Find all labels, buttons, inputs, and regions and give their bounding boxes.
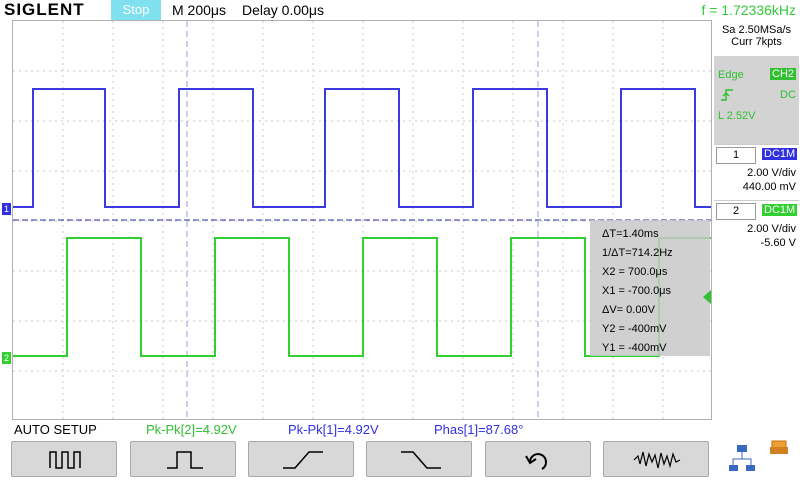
cursor-x1-value: X1 = -700.0μs [602, 285, 672, 297]
cursor-measurement-panel: ΔT=1.40ms 1/ΔT=714.2Hz X2 = 700.0μs X1 =… [590, 220, 710, 356]
softkey-noise-wave[interactable] [603, 441, 709, 477]
delta-v: ΔV= 0.00V [602, 304, 655, 316]
ch2-scale: 2.00 V/div [747, 223, 796, 235]
delay-readout[interactable]: Delay 0.00μs [242, 0, 324, 20]
delta-t: ΔT=1.40ms [602, 228, 659, 240]
trigger-info[interactable]: Edge CH2 DC L 2.52V [714, 56, 799, 146]
acquisition-info: Sa 2.50MSa/s Curr 7kpts [713, 20, 800, 54]
trigger-level-marker-icon[interactable] [703, 290, 711, 304]
cursor-y1-value: Y1 = -400mV [602, 342, 667, 354]
ch2-number: 2 [716, 203, 756, 220]
softkey-single-pulse[interactable] [130, 441, 236, 477]
memory-depth: Curr 7kpts [731, 36, 782, 48]
cursor-y2-value: Y2 = -400mV [602, 323, 667, 335]
ch1-scale: 2.00 V/div [747, 167, 796, 179]
single-pulse-icon [167, 451, 203, 469]
falling-edge-icon [401, 451, 441, 469]
logo: SIGLENT [4, 0, 85, 19]
ch1-waveform [13, 88, 711, 208]
pulse-train-icon [49, 451, 81, 469]
softkey-pulse-train[interactable] [11, 441, 117, 477]
undo-icon [525, 453, 547, 470]
frequency-counter: f = 1.72336kHz [701, 2, 796, 18]
trigger-source: CH2 [770, 68, 797, 80]
run-stop-indicator[interactable]: Stop [111, 0, 161, 20]
network-icon [727, 441, 757, 482]
softkey-undo[interactable] [485, 441, 591, 477]
timebase-readout[interactable]: M 200μs [172, 0, 226, 20]
ch2-ground-marker[interactable]: 2 [2, 352, 11, 364]
right-info-panel: Sa 2.50MSa/s Curr 7kpts Edge CH2 DC L 2.… [713, 20, 800, 420]
rising-edge-icon [720, 88, 734, 107]
measurement-phase: Phas[1]=87.68° [434, 422, 524, 437]
ch1-coupling: DC1M [762, 148, 798, 160]
ch2-info[interactable]: 2 DC1M 2.00 V/div -5.60 V [714, 200, 799, 259]
ch1-number: 1 [716, 147, 756, 164]
softkey-rising-edge[interactable] [248, 441, 354, 477]
ch2-coupling: DC1M [762, 204, 798, 216]
measurement-pkpk-ch1: Pk-Pk[1]=4.92V [288, 422, 379, 437]
ch2-offset: -5.60 V [760, 237, 796, 249]
printer-icon[interactable] [768, 439, 792, 462]
ch1-info[interactable]: 1 DC1M 2.00 V/div 440.00 mV [714, 144, 799, 201]
ch1-ground-marker[interactable]: 1 [2, 203, 11, 215]
cursor-x2-value: X2 = 700.0μs [602, 266, 668, 278]
trigger-level: L 2.52V [718, 110, 756, 122]
measurement-pkpk-ch2: Pk-Pk[2]=4.92V [146, 422, 237, 437]
inverse-delta-t: 1/ΔT=714.2Hz [602, 247, 673, 259]
trigger-coupling: DC [780, 89, 796, 101]
measurement-bar: AUTO SETUP Pk-Pk[2]=4.92V Pk-Pk[1]=4.92V… [0, 421, 800, 439]
softkey-falling-edge[interactable] [366, 441, 472, 477]
auto-setup-label: AUTO SETUP [14, 422, 97, 437]
rising-edge-icon [283, 451, 323, 469]
ch1-offset: 440.00 mV [742, 181, 796, 193]
noise-wave-icon [633, 451, 681, 469]
sample-rate: Sa 2.50MSa/s [721, 24, 792, 36]
softkey-bar [0, 439, 800, 480]
trigger-type: Edge [718, 69, 744, 81]
